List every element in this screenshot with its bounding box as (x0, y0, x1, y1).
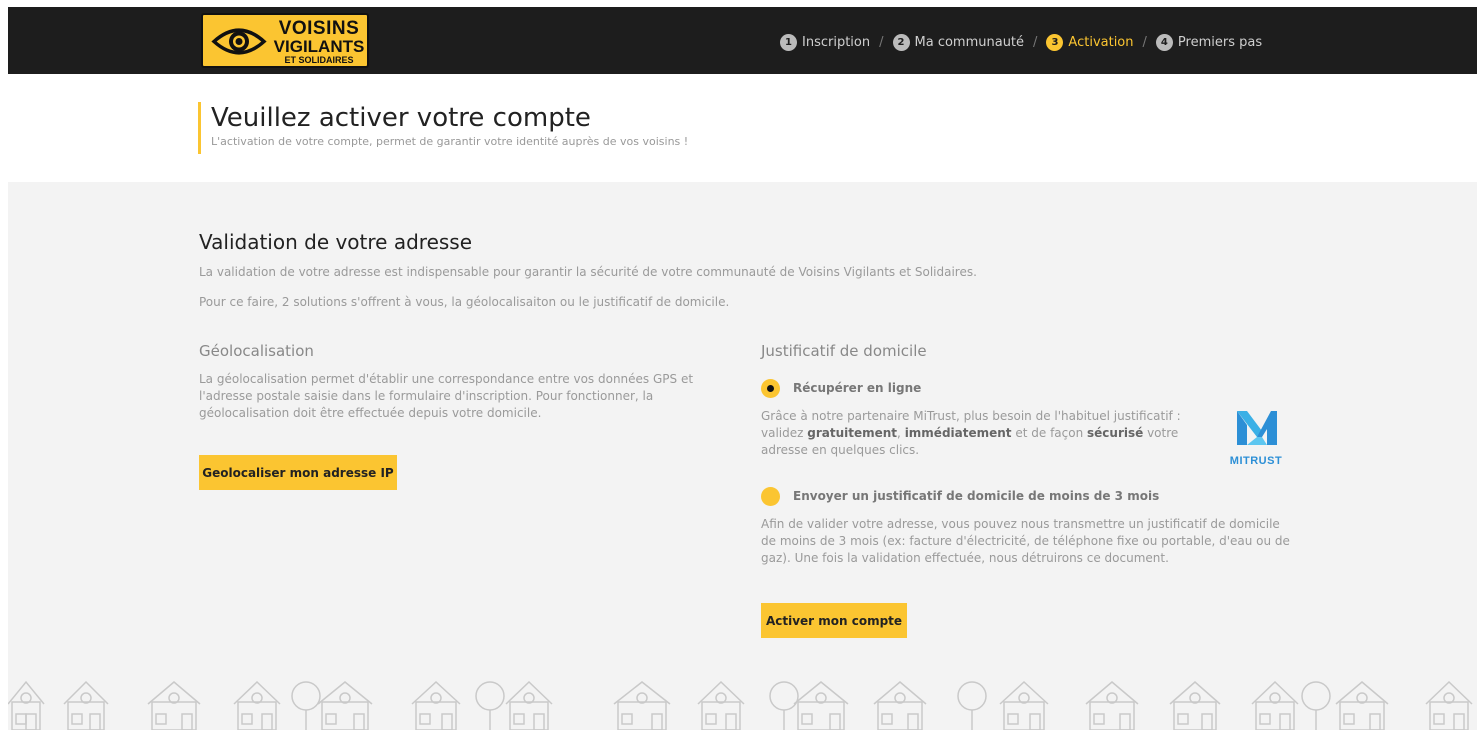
house-icon (411, 680, 461, 730)
house-icon (1335, 681, 1389, 730)
tree-icon (957, 681, 987, 730)
step-label: Premiers pas (1177, 34, 1263, 50)
house-icon (697, 680, 745, 730)
voisins-vigilants-logo[interactable]: VOISINS VIGILANTS ET SOLIDAIRES (201, 13, 369, 68)
mitrust-bold-1: gratuitement (807, 426, 898, 440)
house-icon (233, 680, 281, 730)
page-title: Veuillez activer votre compte (211, 103, 591, 133)
house-icon (505, 680, 553, 730)
house-icon (8, 680, 45, 730)
house-icon (1251, 680, 1299, 730)
tree-icon (769, 681, 799, 730)
step-premiers-pas[interactable]: 4 Premiers pas (1155, 33, 1263, 51)
tree-icon (1301, 681, 1331, 730)
house-icon (147, 681, 201, 730)
step-separator: / (1142, 34, 1147, 50)
mitrust-bold-2: immédiatement (904, 426, 1012, 440)
step-activation[interactable]: 3 Activation (1046, 33, 1134, 51)
house-icon (1425, 680, 1473, 730)
mitrust-description: Grâce à notre partenaire MiTrust, plus b… (761, 408, 1211, 459)
house-icon (613, 681, 671, 730)
house-icon-row (8, 680, 1473, 730)
house-icon (1085, 681, 1139, 730)
mitrust-logo: MITRUST (1223, 405, 1289, 471)
house-icon (63, 680, 109, 730)
geolocalisation-heading: Géolocalisation (199, 342, 314, 360)
step-label: Activation (1068, 34, 1134, 50)
radio-envoyer-justificatif-label[interactable]: Envoyer un justificatif de domicile de m… (793, 489, 1159, 503)
step-number-badge: 3 (1046, 33, 1064, 51)
top-navbar: VOISINS VIGILANTS ET SOLIDAIRES 1 Inscri… (8, 7, 1477, 74)
step-separator: / (879, 34, 884, 50)
validation-heading: Validation de votre adresse (199, 230, 473, 254)
house-icon (1169, 681, 1221, 730)
mitrust-sep: , (897, 426, 905, 440)
geolocate-ip-button[interactable]: Geolocaliser mon adresse IP (199, 455, 397, 490)
logo-line-1: VOISINS (278, 18, 360, 39)
eye-icon (211, 28, 267, 55)
radio-recuperer-en-ligne-label[interactable]: Récupérer en ligne (793, 381, 921, 395)
mitrust-icon (1237, 411, 1277, 445)
mitrust-text-b: et de façon (1011, 426, 1088, 440)
step-separator: / (1033, 34, 1038, 50)
activate-account-button[interactable]: Activer mon compte (761, 603, 907, 638)
step-label: Inscription (802, 34, 871, 50)
progress-steps: 1 Inscription / 2 Ma communauté / 3 Acti… (780, 32, 1262, 52)
justificatif-heading: Justificatif de domicile (761, 342, 927, 360)
tree-icon (291, 681, 321, 730)
step-number-badge: 2 (892, 33, 910, 51)
mitrust-bold-3: sécurisé (1087, 426, 1144, 440)
validation-intro-2: Pour ce faire, 2 solutions s'offrent à v… (199, 295, 730, 309)
mitrust-wordmark: MITRUST (1229, 455, 1283, 467)
logo-wordmark: VOISINS VIGILANTS ET SOLIDAIRES (271, 19, 367, 65)
tree-icon (475, 681, 505, 730)
houses-illustration (8, 676, 1477, 730)
radio-envoyer-justificatif[interactable] (761, 487, 780, 506)
page-title-block: Veuillez activer votre compte L'activati… (198, 102, 688, 154)
house-icon (317, 681, 373, 730)
house-icon (999, 680, 1049, 730)
validation-intro-1: La validation de votre adresse est indis… (199, 265, 977, 279)
page-subtitle: L'activation de votre compte, permet de … (211, 135, 689, 148)
step-inscription[interactable]: 1 Inscription (780, 33, 871, 51)
step-number-badge: 1 (780, 33, 797, 51)
logo-line-2: VIGILANTS (273, 37, 365, 56)
house-icon (873, 681, 927, 730)
step-ma-communaute[interactable]: 2 Ma communauté (892, 33, 1025, 51)
step-number-badge: 4 (1155, 33, 1173, 51)
step-label: Ma communauté (914, 34, 1025, 50)
geolocalisation-text: La géolocalisation permet d'établir une … (199, 372, 694, 420)
house-icon (793, 681, 849, 730)
logo-line-3: ET SOLIDAIRES (284, 55, 354, 65)
radio-recuperer-en-ligne[interactable] (761, 379, 780, 398)
justificatif-upload-text: Afin de valider votre adresse, vous pouv… (761, 517, 1290, 565)
